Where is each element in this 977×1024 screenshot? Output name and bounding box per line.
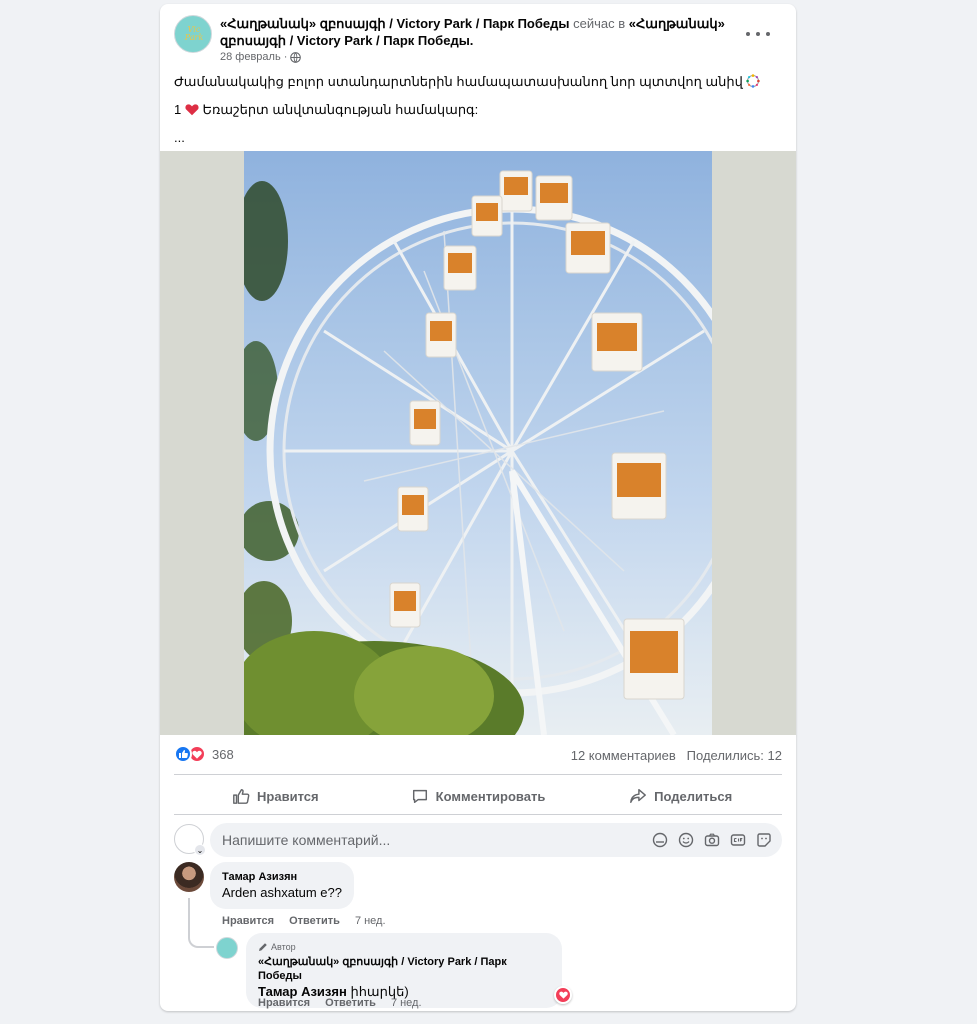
post-date[interactable]: 28 февраль bbox=[220, 51, 281, 63]
avatar-sticker-icon[interactable] bbox=[652, 832, 668, 848]
more-dot bbox=[756, 32, 760, 36]
divider bbox=[174, 814, 782, 815]
more-horizontal-icon bbox=[746, 32, 750, 36]
post-actions: Нравится Комментировать Поделиться bbox=[174, 780, 782, 812]
post-header-text: «Հաղթանակ» զբոսայգի / Victory Park / Пар… bbox=[220, 15, 740, 49]
reply-reply-link[interactable]: Ответить bbox=[325, 997, 376, 1009]
ferris-wheel-photo bbox=[244, 151, 712, 735]
post-text-2: Եռաշերտ անվտանգության համակարգ: bbox=[202, 102, 479, 117]
comment-like-link[interactable]: Нравится bbox=[222, 915, 274, 927]
comments-count[interactable]: 12 комментариев bbox=[571, 748, 676, 763]
like-reaction-icon bbox=[174, 745, 192, 763]
chevron-down-icon[interactable]: ⌄ bbox=[194, 844, 206, 856]
comment-button-label: Комментировать bbox=[435, 788, 546, 804]
camera-icon[interactable] bbox=[704, 832, 720, 848]
author-badge: Автор bbox=[258, 941, 550, 953]
love-reaction-badge[interactable] bbox=[554, 986, 572, 1004]
reply-time[interactable]: 7 нед. bbox=[391, 997, 422, 1009]
ferris-wheel-emoji bbox=[746, 74, 761, 88]
reply-actions: Нравится Ответить 7 нед. bbox=[258, 997, 422, 1009]
post-text-1: Ժամանակակից բոլոր ստանդարտներին համապատա… bbox=[174, 74, 743, 89]
comment-time[interactable]: 7 нед. bbox=[355, 915, 386, 927]
meta-separator: · bbox=[283, 51, 288, 63]
like-button[interactable]: Нравится bbox=[174, 780, 377, 812]
comment-bubble: Тамар Азизян Arden ashxatum e?? bbox=[210, 862, 354, 909]
comment-composer: ⌄ bbox=[174, 823, 782, 857]
more-options-button[interactable] bbox=[746, 27, 770, 41]
reply-like-link[interactable]: Нравится bbox=[258, 997, 310, 1009]
globe-icon[interactable] bbox=[290, 51, 302, 63]
post-header: Vic Park «Հաղթանակ» զբոսայգի / Victory Pa… bbox=[174, 15, 782, 67]
post-text-line-1: Ժամանակակից բոլոր ստանդարտներին համապատա… bbox=[174, 74, 782, 90]
comment-button[interactable]: Комментировать bbox=[377, 780, 580, 812]
ferris-wheel-illustration bbox=[244, 170, 712, 735]
pencil-icon bbox=[259, 943, 267, 951]
reaction-count[interactable]: 368 bbox=[212, 747, 234, 762]
share-button[interactable]: Поделиться bbox=[579, 780, 782, 812]
composer-icons bbox=[652, 832, 772, 848]
comment-reply-link[interactable]: Ответить bbox=[289, 915, 340, 927]
page-avatar[interactable]: Vic Park bbox=[174, 15, 212, 53]
reply-page-avatar[interactable] bbox=[216, 937, 238, 959]
divider bbox=[174, 774, 782, 775]
post-stats: 368 12 комментариев Поделились: 12 bbox=[174, 745, 782, 765]
comment-text: Arden ashxatum e?? bbox=[222, 885, 342, 900]
stats-right: 12 комментариев Поделились: 12 bbox=[571, 748, 782, 763]
reply-author[interactable]: «Հաղթանակ» զբոսայգի / Victory Park / Пар… bbox=[258, 955, 550, 983]
emoji-icon[interactable] bbox=[678, 832, 694, 848]
reactions-summary[interactable]: 368 bbox=[174, 745, 234, 763]
sticker-icon[interactable] bbox=[756, 832, 772, 848]
post-photo[interactable] bbox=[160, 151, 796, 735]
action-text: сейчас в bbox=[573, 16, 626, 31]
page-logo: Vic Park bbox=[184, 25, 204, 42]
red-heart-emoji bbox=[185, 104, 199, 116]
share-button-label: Поделиться bbox=[654, 788, 733, 804]
post-card: Vic Park «Հաղթանակ» զբոսայգի / Victory Pa… bbox=[160, 4, 796, 1011]
shares-count[interactable]: Поделились: 12 bbox=[687, 748, 782, 763]
author-page-link[interactable]: «Հաղթանակ» զբոսայգի / Victory Park / Пар… bbox=[220, 16, 569, 31]
current-user-avatar[interactable]: ⌄ bbox=[174, 824, 206, 856]
heart-icon bbox=[558, 991, 568, 999]
comment-bubble-icon bbox=[412, 789, 427, 804]
gif-icon[interactable] bbox=[730, 832, 746, 848]
post-text-2-number: 1 bbox=[174, 102, 182, 117]
post-text-line-2: 1 Եռաշերտ անվտանգության համակարգ: bbox=[174, 102, 782, 118]
see-more-link[interactable]: ... bbox=[174, 130, 782, 146]
author-badge-label: Автор bbox=[271, 942, 296, 952]
comment-actions: Нравится Ответить 7 нед. bbox=[222, 915, 386, 927]
thumbs-up-icon bbox=[233, 788, 250, 804]
more-dot bbox=[766, 32, 770, 36]
thread-connector bbox=[188, 898, 214, 948]
post-text: Ժամանակակից բոլոր ստանդարտներին համապատա… bbox=[174, 74, 782, 158]
commenter-avatar[interactable] bbox=[174, 862, 204, 892]
comment-author[interactable]: Тамар Азизян bbox=[222, 870, 342, 884]
share-arrow-icon bbox=[630, 788, 647, 804]
like-button-label: Нравится bbox=[257, 788, 319, 804]
post-meta: 28 февраль · bbox=[220, 51, 302, 63]
